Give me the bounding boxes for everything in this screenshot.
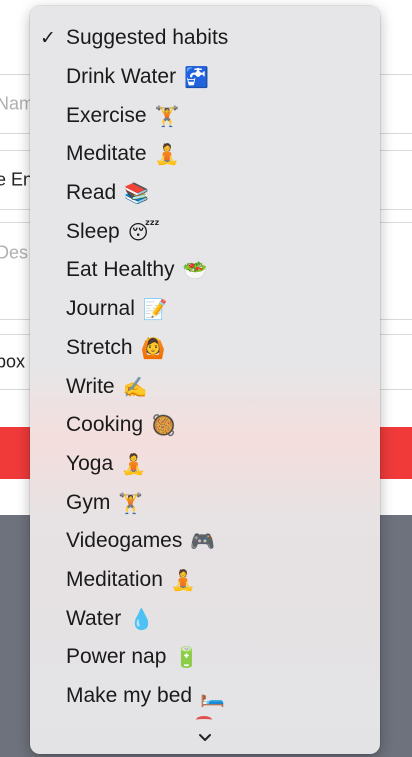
habit-emoji-icon: 🧘 xyxy=(154,142,180,167)
habit-option-label: Suggested habits xyxy=(66,26,229,50)
habit-option-label: Cooking xyxy=(66,413,144,437)
habit-option-label: Write xyxy=(66,374,115,398)
habit-option[interactable]: Meditation 🧘 xyxy=(30,561,380,600)
habit-emoji-icon: 🚰 xyxy=(184,65,209,90)
habit-option[interactable]: Cooking 🥘 xyxy=(30,406,380,445)
habit-emoji-icon: 🛏️ xyxy=(200,684,225,709)
habit-option-label: Gym xyxy=(66,490,111,514)
suggested-habits-dropdown[interactable]: ✓ Suggested habits Drink Water 🚰 Exercise 🏋️ M… xyxy=(30,6,380,754)
habit-option[interactable]: Eat Healthy 🥗 xyxy=(30,251,380,290)
habit-emoji-icon: 🧘 xyxy=(170,567,196,592)
habit-option[interactable]: Read 📚 xyxy=(30,174,380,213)
habit-emoji-icon: 💧 xyxy=(129,606,155,631)
habit-option-label: Exercise xyxy=(66,103,147,127)
habit-option-label: Meditate xyxy=(66,142,147,166)
habit-option[interactable]: Meditate 🧘 xyxy=(30,135,380,174)
habit-emoji-icon: 🥘 xyxy=(151,413,176,438)
habit-option-label: Stretch xyxy=(66,335,133,359)
habit-emoji-icon: 🏋️ xyxy=(154,103,180,128)
habit-options-list: ✓ Suggested habits Drink Water 🚰 Exercise 🏋️ M… xyxy=(30,19,380,715)
habit-option[interactable]: Sleep 😴 xyxy=(30,212,380,251)
checkbox-field-value: box xyxy=(0,351,26,372)
chevron-down-icon xyxy=(199,733,211,741)
habit-option[interactable]: Gym 🏋️ xyxy=(30,483,380,522)
scroll-down-button[interactable] xyxy=(30,726,380,748)
habit-option-label: Meditation xyxy=(66,567,163,591)
habit-option-label: Read xyxy=(66,181,117,205)
habit-option-label: Power nap xyxy=(66,645,167,669)
habit-option-label: Drink Water xyxy=(66,65,177,89)
emoji-field-value: e En xyxy=(0,169,34,190)
habit-emoji-icon: 🙆 xyxy=(140,335,166,360)
habit-option[interactable]: Power nap 🔋 xyxy=(30,638,380,677)
habit-option[interactable]: ✓ Suggested habits xyxy=(30,19,380,58)
partial-next-item xyxy=(196,716,212,724)
habit-option-label: Make my bed xyxy=(66,684,193,708)
habit-option[interactable]: Journal 📝 xyxy=(30,290,380,329)
habit-emoji-icon: 🥗 xyxy=(182,258,208,283)
habit-option-label: Sleep xyxy=(66,219,120,243)
habit-emoji-icon: 📝 xyxy=(142,297,168,322)
habit-option[interactable]: Stretch 🙆 xyxy=(30,329,380,368)
habit-option[interactable]: Yoga 🧘 xyxy=(30,445,380,484)
habit-option[interactable]: Write ✍️ xyxy=(30,367,380,406)
habit-option-label: Journal xyxy=(66,297,135,321)
habit-option[interactable]: Exercise 🏋️ xyxy=(30,96,380,135)
name-placeholder: Nam xyxy=(0,93,35,114)
habit-emoji-icon: ✍️ xyxy=(122,374,148,399)
description-placeholder: Des xyxy=(0,242,29,263)
habit-emoji-icon: 🔋 xyxy=(174,645,200,670)
habit-option[interactable]: Videogames 🎮 xyxy=(30,522,380,561)
habit-option-label: Videogames xyxy=(66,529,183,553)
habit-emoji-icon: 🧘 xyxy=(121,451,147,476)
habit-option-label: Eat Healthy xyxy=(66,258,175,282)
habit-option-label: Water xyxy=(66,606,122,630)
habit-option[interactable]: Make my bed 🛏️ xyxy=(30,677,380,716)
habit-option[interactable]: Water 💧 xyxy=(30,599,380,638)
habit-emoji-icon: 😴 xyxy=(127,219,160,244)
habit-option-label: Yoga xyxy=(66,451,114,475)
habit-emoji-icon: 🏋️ xyxy=(118,490,144,515)
habit-option[interactable]: Drink Water 🚰 xyxy=(30,58,380,97)
habit-emoji-icon: 📚 xyxy=(124,181,150,206)
checkmark-icon: ✓ xyxy=(40,27,56,49)
habit-emoji-icon: 🎮 xyxy=(190,529,216,554)
